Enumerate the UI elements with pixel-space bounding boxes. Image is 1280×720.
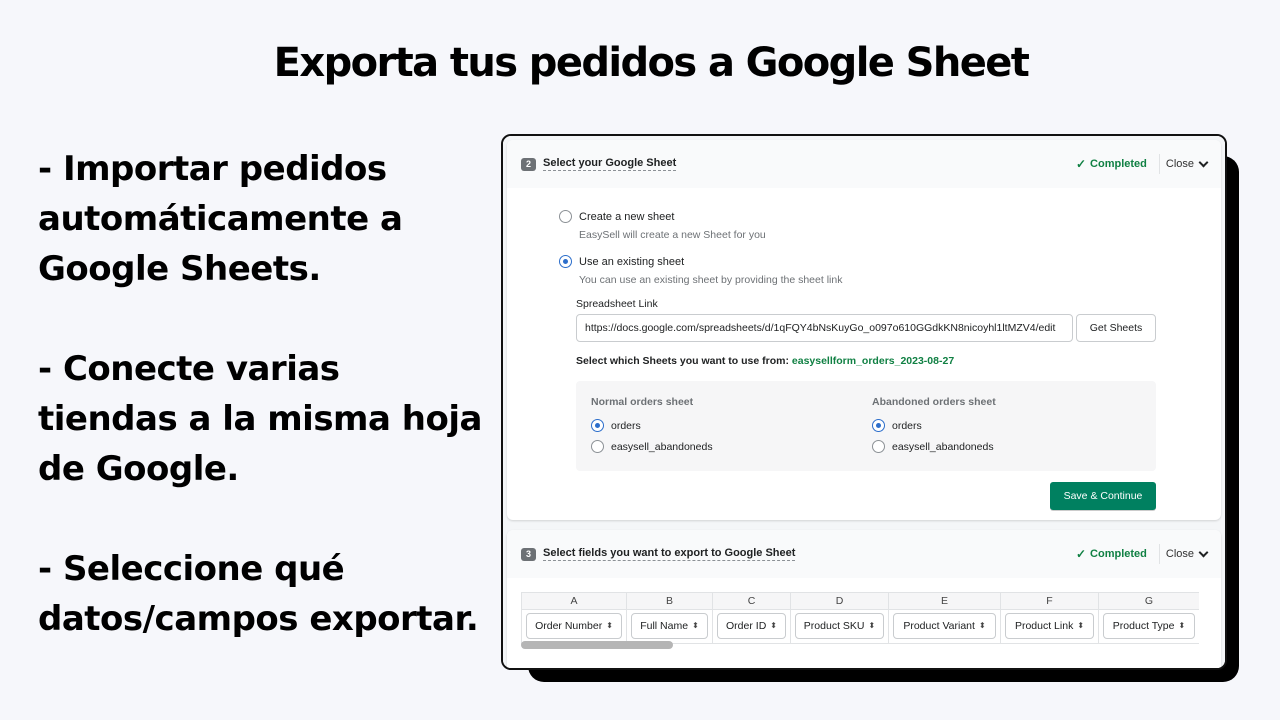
field-select[interactable]: Product Variant ⬍ — [893, 613, 996, 639]
column-letter: D — [791, 593, 888, 610]
radio-selected-icon[interactable] — [591, 419, 604, 432]
field-select[interactable]: Product SKU ⬍ — [795, 613, 884, 639]
status-badge: ✓ Completed — [1076, 544, 1160, 564]
field-value: Product Variant — [903, 620, 975, 632]
option-label: Create a new sheet — [579, 210, 675, 223]
radio-normal-easysell-abandoneds[interactable]: easysell_abandoneds — [591, 436, 713, 457]
radio-icon[interactable] — [872, 440, 885, 453]
field-column: B Full Name ⬍ — [627, 593, 713, 643]
horizontal-scrollbar[interactable] — [521, 641, 673, 649]
column-letter: E — [889, 593, 1000, 610]
field-select[interactable]: Product Link ⬍ — [1005, 613, 1094, 639]
get-sheets-button[interactable]: Get Sheets — [1076, 314, 1156, 342]
step3-header: 3 Select fields you want to export to Go… — [507, 530, 1221, 578]
option-label: easysell_abandoneds — [892, 440, 994, 453]
normal-orders-group: Normal orders sheet orders easysell_aban… — [591, 396, 713, 457]
status-text: Completed — [1090, 548, 1147, 560]
select-arrows-icon: ⬍ — [978, 621, 986, 630]
step3-card: 3 Select fields you want to export to Go… — [507, 530, 1221, 668]
radio-abandoned-orders[interactable]: orders — [872, 415, 996, 436]
spreadsheet-name: easysellform_orders_2023-08-27 — [791, 355, 955, 367]
step2-header: 2 Select your Google Sheet ✓ Completed C… — [507, 140, 1221, 188]
field-select[interactable]: Full Name ⬍ — [631, 613, 708, 639]
option-label: Use an existing sheet — [579, 255, 685, 268]
feature-list: - Importar pedidos automáticamente a Goo… — [38, 144, 488, 694]
field-select[interactable]: Order Number ⬍ — [526, 613, 622, 639]
select-arrows-icon: ⬍ — [1178, 621, 1186, 630]
radio-icon[interactable] — [591, 440, 604, 453]
option-label: orders — [892, 419, 922, 432]
radio-use-existing-sheet[interactable]: Use an existing sheet — [559, 255, 684, 268]
field-column: G Product Type ⬍ — [1099, 593, 1199, 643]
radio-create-new-sheet[interactable]: Create a new sheet — [559, 210, 674, 223]
column-letter: G — [1099, 593, 1199, 610]
field-column: D Product SKU ⬍ — [791, 593, 889, 643]
field-column: C Order ID ⬍ — [713, 593, 791, 643]
step-number-badge: 2 — [521, 157, 536, 171]
status-badge: ✓ Completed — [1076, 154, 1160, 174]
close-label: Close — [1165, 158, 1194, 170]
chevron-down-icon — [1198, 547, 1209, 557]
group-title: Abandoned orders sheet — [872, 396, 996, 408]
step-number-badge: 3 — [521, 547, 536, 561]
spreadsheet-link-label: Spreadsheet Link — [576, 298, 658, 310]
field-value: Product Link — [1014, 620, 1074, 632]
column-letter: C — [713, 593, 790, 610]
select-arrows-icon: ⬍ — [1077, 621, 1085, 630]
feature-item: - Seleccione qué datos/campos exportar. — [38, 549, 479, 639]
step2-title[interactable]: Select your Google Sheet — [543, 157, 677, 171]
field-mapping-table: A Order Number ⬍ B Full Name ⬍ C Order ID ⬍… — [521, 592, 1199, 644]
status-text: Completed — [1090, 158, 1147, 170]
select-arrows-icon: ⬍ — [868, 621, 876, 630]
field-value: Product Type — [1112, 620, 1175, 632]
column-letter: B — [627, 593, 712, 610]
close-label: Close — [1165, 548, 1194, 560]
option-help-text: EasySell will create a new Sheet for you — [579, 229, 766, 241]
radio-normal-orders[interactable]: orders — [591, 415, 713, 436]
radio-abandoned-easysell-abandoneds[interactable]: easysell_abandoneds — [872, 436, 996, 457]
field-column: A Order Number ⬍ — [521, 593, 627, 643]
field-column: E Product Variant ⬍ — [889, 593, 1001, 643]
select-from-text: Select which Sheets you want to use from… — [576, 355, 789, 367]
abandoned-orders-group: Abandoned orders sheet orders easysell_a… — [872, 396, 996, 457]
step2-card: 2 Select your Google Sheet ✓ Completed C… — [507, 140, 1221, 520]
step3-title[interactable]: Select fields you want to export to Goog… — [543, 547, 796, 561]
check-icon: ✓ — [1075, 547, 1087, 561]
chevron-down-icon — [1198, 157, 1209, 167]
group-title: Normal orders sheet — [591, 396, 694, 408]
option-label: orders — [611, 419, 641, 432]
radio-selected-icon[interactable] — [559, 255, 572, 268]
field-value: Full Name — [640, 620, 689, 632]
field-value: Product SKU — [803, 620, 865, 632]
radio-selected-icon[interactable] — [872, 419, 885, 432]
sheet-selection-panel: Normal orders sheet orders easysell_aban… — [576, 381, 1156, 471]
field-select[interactable]: Order ID ⬍ — [717, 613, 786, 639]
save-continue-button[interactable]: Save & Continue — [1050, 482, 1156, 510]
field-value: Order Number — [535, 620, 603, 632]
select-arrows-icon: ⬍ — [770, 621, 777, 630]
column-letter: A — [522, 593, 626, 610]
check-icon: ✓ — [1075, 157, 1087, 171]
spreadsheet-link-input[interactable]: https://docs.google.com/spreadsheets/d/1… — [576, 314, 1073, 342]
close-button[interactable]: Close — [1160, 157, 1209, 170]
column-letter: F — [1001, 593, 1098, 610]
radio-icon[interactable] — [559, 210, 572, 223]
feature-item: - Importar pedidos automáticamente a Goo… — [38, 149, 403, 289]
field-column: F Product Link ⬍ — [1001, 593, 1099, 643]
feature-item: - Conecte varias tiendas a la misma hoja… — [38, 349, 482, 489]
select-arrows-icon: ⬍ — [606, 621, 613, 630]
option-help-text: You can use an existing sheet by providi… — [579, 274, 843, 286]
page-headline: Exporta tus pedidos a Google Sheet — [273, 40, 1030, 86]
field-value: Order ID — [726, 620, 767, 632]
app-screenshot-frame: 2 Select your Google Sheet ✓ Completed C… — [501, 134, 1227, 670]
option-label: easysell_abandoneds — [611, 440, 713, 453]
field-select[interactable]: Product Type ⬍ — [1103, 613, 1195, 639]
close-button[interactable]: Close — [1160, 547, 1209, 560]
select-arrows-icon: ⬍ — [692, 621, 699, 630]
select-sheets-label: Select which Sheets you want to use from… — [576, 355, 954, 367]
